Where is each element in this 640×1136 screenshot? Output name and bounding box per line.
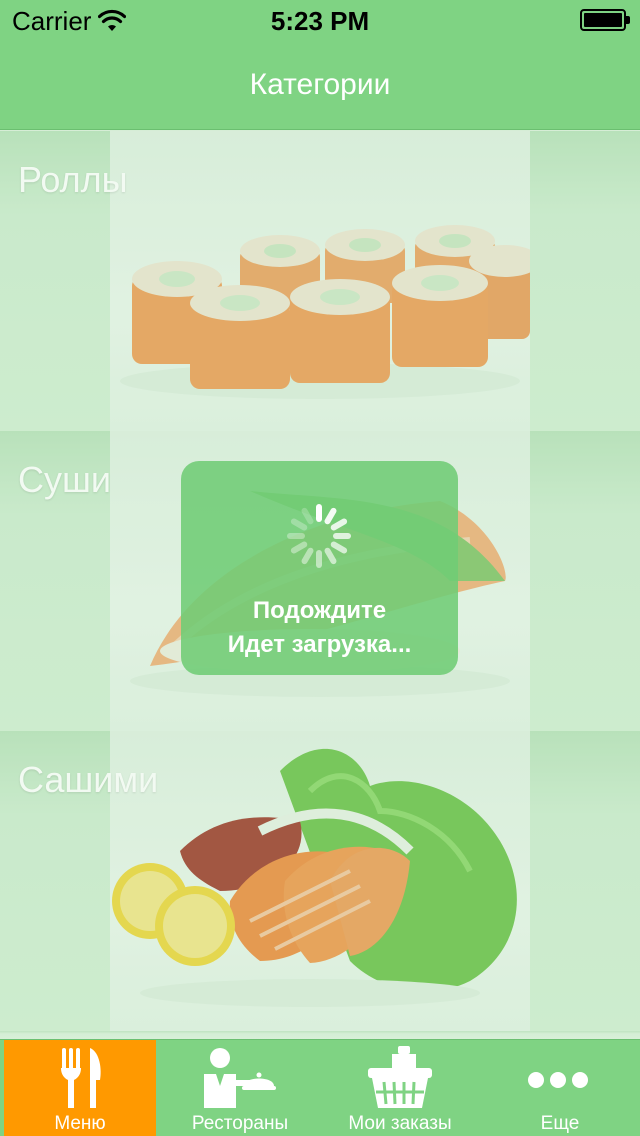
more-dots-icon <box>528 1072 588 1088</box>
loading-indicator: Подождите Идет загрузка... <box>181 461 458 675</box>
category-label-sushi: Суши <box>18 459 111 500</box>
status-bar: Carrier 5:23 PM <box>0 0 640 40</box>
tab-label-my-orders: Мои заказы <box>348 1113 452 1134</box>
tab-restaurants[interactable]: Рестораны <box>164 1040 316 1136</box>
tab-my-orders[interactable]: Мои заказы <box>324 1040 476 1136</box>
tab-label-more: Еще <box>540 1113 580 1134</box>
category-label-rolls: Роллы <box>18 159 128 200</box>
category-label-sashimi: Сашими <box>18 759 159 800</box>
tab-label-menu: Меню <box>54 1113 106 1134</box>
page-title: Категории <box>249 68 391 101</box>
tab-more[interactable]: Еще <box>484 1040 636 1136</box>
navigation-bar: Carrier 5:23 PM Категории <box>0 0 640 130</box>
status-time: 5:23 PM <box>270 6 370 36</box>
tab-bar: Меню Рестораны Мои заказы Еще <box>0 1039 640 1136</box>
waiter-icon <box>204 1048 276 1108</box>
spinner-icon <box>287 504 351 568</box>
battery-icon <box>580 9 630 31</box>
fork-knife-icon <box>61 1048 101 1108</box>
category-rolls[interactable]: Роллы <box>0 131 640 431</box>
basket-icon <box>368 1046 432 1108</box>
tab-menu[interactable]: Меню <box>4 1040 156 1136</box>
category-sashimi[interactable]: Сашими <box>0 731 640 1031</box>
loading-message: Идет загрузка... <box>227 631 412 658</box>
loading-title: Подождите <box>252 597 387 624</box>
tab-label-restaurants: Рестораны <box>191 1113 289 1134</box>
